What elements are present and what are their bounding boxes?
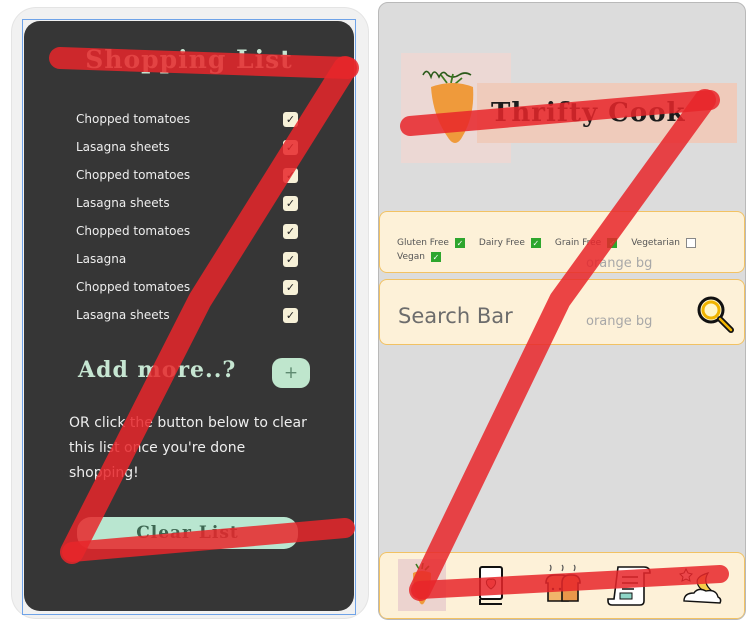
list-item: Lasagna sheets ✓ bbox=[76, 189, 298, 217]
search-input[interactable]: Search Bar bbox=[398, 304, 513, 328]
item-label: Chopped tomatoes bbox=[76, 280, 191, 294]
item-label: Chopped tomatoes bbox=[76, 168, 191, 182]
filter-checkbox[interactable]: ✓ bbox=[454, 238, 465, 248]
clear-instructions: OR click the button below to clear this … bbox=[69, 415, 307, 481]
nav-home[interactable] bbox=[398, 559, 446, 611]
filter-vegetarian[interactable]: Vegetarian bbox=[631, 238, 696, 248]
app-title: Thrifty Cook bbox=[491, 98, 686, 128]
nav-pantry[interactable] bbox=[538, 559, 586, 611]
item-checkbox[interactable]: ✓ bbox=[283, 139, 298, 155]
nav-shopping-list[interactable] bbox=[606, 559, 654, 611]
thrifty-cook-screen: Thrifty Cook Gluten Free ✓ Dairy Free ✓ … bbox=[378, 2, 746, 620]
app-title-box: Thrifty Cook bbox=[477, 83, 737, 143]
nav-night-mode[interactable] bbox=[678, 559, 726, 611]
item-label: Lasagna sheets bbox=[76, 140, 170, 154]
filter-checkbox[interactable]: ✓ bbox=[430, 252, 441, 262]
bottom-nav bbox=[379, 552, 745, 619]
filter-label: Gluten Free bbox=[397, 238, 449, 248]
add-item-button[interactable]: + bbox=[272, 358, 310, 388]
shopping-items: Chopped tomatoes ✓ Lasagna sheets ✓ Chop… bbox=[76, 105, 298, 329]
item-label: Chopped tomatoes bbox=[76, 224, 191, 238]
filter-checkbox[interactable]: ✓ bbox=[607, 238, 618, 248]
item-checkbox[interactable]: ✓ bbox=[283, 251, 298, 267]
filter-label: Vegan bbox=[397, 252, 425, 262]
carrot-icon bbox=[413, 563, 431, 605]
recipe-book-icon bbox=[479, 566, 503, 605]
list-item: Lasagna sheets ✓ bbox=[76, 301, 298, 329]
item-label: Lasagna sheets bbox=[76, 196, 170, 210]
filter-label: Dairy Free bbox=[478, 238, 525, 248]
item-label: Lasagna sheets bbox=[76, 308, 170, 322]
search-icon[interactable] bbox=[692, 292, 736, 336]
nav-recipes[interactable] bbox=[468, 559, 516, 611]
item-checkbox[interactable]: ✓ bbox=[283, 307, 298, 323]
filter-checkbox[interactable] bbox=[685, 238, 696, 248]
clear-list-button[interactable]: Clear List bbox=[77, 517, 298, 549]
search-placeholder-note: orange bg bbox=[586, 314, 653, 329]
shopping-list-screen: Shopping List Chopped tomatoes ✓ Lasagna… bbox=[24, 21, 354, 611]
filter-panel: Gluten Free ✓ Dairy Free ✓ Grain Free ✓ … bbox=[379, 211, 745, 273]
bread-icon bbox=[545, 564, 581, 602]
shopping-list-title: Shopping List bbox=[85, 45, 293, 74]
item-label: Chopped tomatoes bbox=[76, 112, 191, 126]
list-item: Chopped tomatoes ✓ bbox=[76, 217, 298, 245]
filter-grain-free[interactable]: Grain Free ✓ bbox=[554, 238, 618, 248]
add-more-heading: Add more..? bbox=[78, 357, 237, 383]
filter-list: Gluten Free ✓ Dairy Free ✓ Grain Free ✓ … bbox=[397, 238, 737, 262]
item-checkbox[interactable]: ✓ bbox=[283, 223, 298, 239]
list-item: Lasagna ✓ bbox=[76, 245, 298, 273]
list-item: Chopped tomatoes ✓ bbox=[76, 273, 298, 301]
filter-gluten-free[interactable]: Gluten Free ✓ bbox=[397, 238, 465, 248]
filter-dairy-free[interactable]: Dairy Free ✓ bbox=[479, 238, 541, 248]
list-item: Lasagna sheets ✓ bbox=[76, 133, 298, 161]
filter-label: Vegetarian bbox=[631, 238, 680, 248]
item-checkbox[interactable]: ✓ bbox=[283, 279, 298, 295]
list-item: Chopped tomatoes ✓ bbox=[76, 105, 298, 133]
filter-label: Grain Free bbox=[554, 238, 602, 248]
filter-vegan[interactable]: Vegan ✓ bbox=[397, 252, 441, 262]
item-label: Lasagna bbox=[76, 252, 127, 266]
scroll-list-icon bbox=[607, 566, 651, 606]
item-checkbox[interactable]: ✓ bbox=[283, 167, 298, 183]
moon-stars-icon bbox=[679, 567, 722, 604]
filter-placeholder-note: orange bg bbox=[586, 256, 653, 271]
search-bar[interactable]: Search Bar orange bg bbox=[379, 279, 745, 345]
item-checkbox[interactable]: ✓ bbox=[283, 195, 298, 211]
filter-checkbox[interactable]: ✓ bbox=[530, 238, 541, 248]
item-checkbox[interactable]: ✓ bbox=[283, 111, 298, 127]
list-item: Chopped tomatoes ✓ bbox=[76, 161, 298, 189]
